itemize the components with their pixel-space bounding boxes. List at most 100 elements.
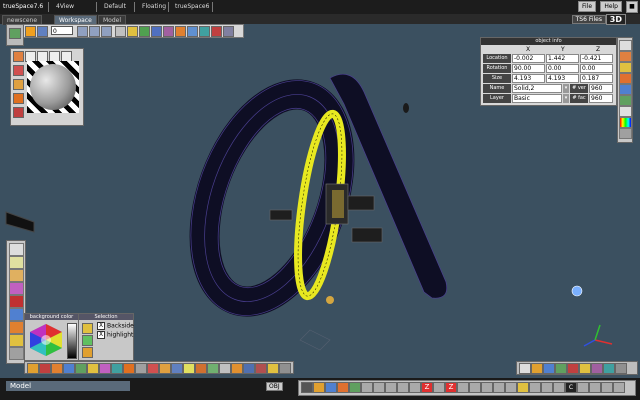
z-axis-icon[interactable]: Z (421, 382, 433, 393)
step-back-icon[interactable] (77, 26, 88, 37)
nav-icon[interactable] (457, 382, 469, 393)
tool-icon[interactable] (9, 308, 24, 321)
file-menu-button[interactable]: File (578, 1, 597, 12)
view-icon[interactable] (615, 363, 627, 374)
library-icon[interactable] (27, 363, 39, 374)
move-icon[interactable] (127, 26, 138, 37)
rotation-z-field[interactable]: 0.00 (580, 64, 613, 73)
rewind-icon[interactable] (37, 26, 48, 37)
tool-icon[interactable] (9, 243, 24, 256)
nav-icon[interactable] (541, 382, 553, 393)
rotation-y-field[interactable]: 0.00 (546, 64, 579, 73)
light-icon[interactable] (211, 26, 222, 37)
tool-icon[interactable] (9, 282, 24, 295)
library-icon[interactable] (243, 363, 255, 374)
tool-icon[interactable] (619, 62, 632, 73)
tool-icon[interactable] (619, 51, 632, 62)
select-mode-icon[interactable] (82, 323, 93, 334)
nav-icon[interactable] (481, 382, 493, 393)
library-icon[interactable] (267, 363, 279, 374)
nav-icon[interactable] (397, 382, 409, 393)
highlight-checkbox[interactable]: X (97, 331, 105, 339)
nav-icon[interactable] (553, 382, 565, 393)
nav-icon[interactable] (505, 382, 517, 393)
rotate-icon[interactable] (139, 26, 150, 37)
rotation-x-field[interactable]: 90.00 (512, 64, 545, 73)
shader-icon[interactable] (13, 93, 24, 104)
color-wheel[interactable] (28, 323, 64, 357)
nav-icon[interactable] (409, 382, 421, 393)
nav-icon[interactable] (325, 382, 337, 393)
library-icon[interactable] (51, 363, 63, 374)
scale-icon[interactable] (151, 26, 162, 37)
library-icon[interactable] (195, 363, 207, 374)
shader-icon[interactable] (13, 107, 24, 118)
nav-icon[interactable] (301, 382, 313, 393)
menu-item-floating[interactable]: Floating (142, 3, 166, 10)
nav-icon[interactable] (577, 382, 589, 393)
select-mode-icon[interactable] (82, 347, 93, 358)
library-icon[interactable] (219, 363, 231, 374)
z-axis-icon[interactable]: Z (445, 382, 457, 393)
shader-icon[interactable] (13, 65, 24, 76)
nav-icon[interactable] (313, 382, 325, 393)
library-icon[interactable] (39, 363, 51, 374)
camera-icon[interactable] (199, 26, 210, 37)
library-icon[interactable] (279, 363, 291, 374)
mode-3d-button[interactable]: 3D (605, 14, 626, 25)
nav-icon[interactable] (529, 382, 541, 393)
library-icon[interactable] (183, 363, 195, 374)
library-icon[interactable] (255, 363, 267, 374)
tool-icon[interactable] (619, 84, 632, 95)
tool-icon[interactable] (9, 334, 24, 347)
view-icon[interactable] (591, 363, 603, 374)
add-icon[interactable] (9, 28, 21, 39)
library-icon[interactable] (171, 363, 183, 374)
location-z-field[interactable]: -0.421 (580, 54, 613, 63)
view-icon[interactable] (567, 363, 579, 374)
library-icon[interactable] (135, 363, 147, 374)
tool-icon[interactable] (619, 128, 632, 139)
select-icon[interactable] (115, 26, 126, 37)
view-icon[interactable] (519, 363, 531, 374)
view-icon[interactable] (555, 363, 567, 374)
layer-dropdown-icon[interactable]: ▾ (563, 94, 569, 103)
layer-field[interactable]: Basic (512, 94, 562, 103)
obj-export-button[interactable]: OBJ (266, 382, 283, 391)
name-field[interactable]: Solid,2 (512, 84, 562, 93)
library-icon[interactable] (111, 363, 123, 374)
library-icon[interactable] (75, 363, 87, 374)
tool-icon[interactable] (619, 40, 632, 51)
size-x-field[interactable]: 4.193 (512, 74, 545, 83)
view-icon[interactable] (579, 363, 591, 374)
ts6-files-button[interactable]: TS6 Files (571, 15, 606, 24)
settings-icon[interactable] (223, 26, 234, 37)
render-icon[interactable] (187, 26, 198, 37)
tool-icon[interactable] (619, 95, 632, 106)
shader-icon[interactable] (13, 79, 24, 90)
window-control-icon[interactable]: ■ (626, 1, 638, 13)
tool-icon[interactable] (619, 106, 632, 117)
help-menu-button[interactable]: Help (600, 1, 622, 12)
library-icon[interactable] (159, 363, 171, 374)
nav-icon[interactable] (493, 382, 505, 393)
backside-checkbox[interactable]: X (97, 322, 105, 330)
library-icon[interactable] (87, 363, 99, 374)
backside-option[interactable]: X Backside (97, 322, 134, 330)
menu-item-default[interactable]: Default (104, 3, 126, 10)
view-icon[interactable] (531, 363, 543, 374)
tool-icon[interactable] (9, 295, 24, 308)
view-icon[interactable] (603, 363, 615, 374)
stop-icon[interactable] (25, 26, 36, 37)
nav-icon[interactable] (517, 382, 529, 393)
select-mode-icon[interactable] (82, 335, 93, 346)
step-forward-icon[interactable] (101, 26, 112, 37)
tool-icon[interactable] (9, 347, 24, 360)
library-icon[interactable] (231, 363, 243, 374)
menu-item-4view[interactable]: 4View (56, 3, 74, 10)
library-icon[interactable] (207, 363, 219, 374)
nav-icon[interactable] (361, 382, 373, 393)
material-icon[interactable] (175, 26, 186, 37)
size-y-field[interactable]: 4.193 (546, 74, 579, 83)
name-dropdown-icon[interactable]: ▾ (563, 84, 569, 93)
